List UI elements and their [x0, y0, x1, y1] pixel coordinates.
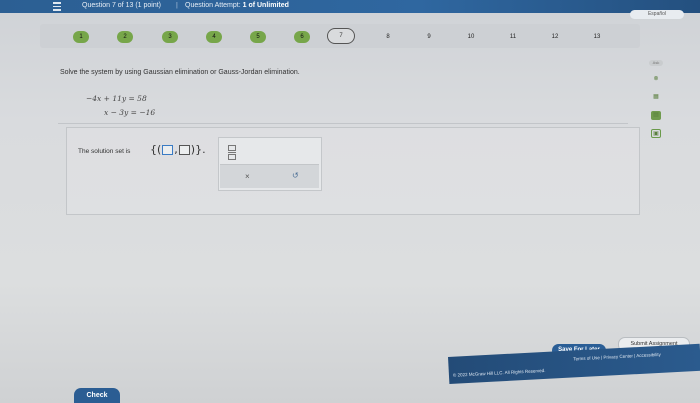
question-nav-item[interactable]: 1: [73, 31, 89, 43]
question-nav-item[interactable]: 11: [505, 31, 521, 43]
menu-icon[interactable]: [52, 0, 62, 11]
question-nav-item[interactable]: 8: [380, 31, 396, 43]
attempt-info: Question Attempt: 1 of Unlimited: [185, 0, 289, 12]
equation-2: x − 3y = −16: [104, 108, 156, 117]
question-nav-item[interactable]: 13: [589, 31, 605, 43]
attempt-value: 1 of Unlimited: [242, 2, 289, 9]
palette-actions: [220, 164, 319, 188]
calculator-icon[interactable]: ▤: [651, 111, 661, 120]
question-nav-item[interactable]: 3: [162, 31, 178, 43]
question-nav-item-current[interactable]: 7: [327, 28, 355, 44]
question-instructions: Solve the system by using Gaussian elimi…: [60, 69, 300, 76]
question-nav-item[interactable]: 9: [421, 31, 437, 43]
top-bar: Question 7 of 13 (1 point) | Question At…: [0, 0, 700, 13]
side-toolbar: Ask ⊗ ▦ ▤ ▣: [646, 60, 666, 147]
comma: ,: [174, 143, 178, 156]
divider: [58, 123, 628, 124]
question-nav-item[interactable]: 2: [117, 31, 133, 43]
language-button[interactable]: Español: [630, 10, 684, 19]
solution-set: {(,)}.: [150, 143, 206, 156]
help-icon[interactable]: ⊗: [651, 75, 661, 84]
clear-button[interactable]: ×: [245, 172, 250, 181]
undo-button[interactable]: ↺: [292, 171, 299, 180]
x-answer-input[interactable]: [162, 145, 174, 155]
copyright: © 2022 McGraw Hill LLC. All Rights Reser…: [452, 367, 546, 378]
footer: Terms of Use | Privacy Center | Accessib…: [448, 343, 700, 384]
fraction-icon[interactable]: [228, 145, 236, 160]
question-info: Question 7 of 13 (1 point): [82, 2, 161, 9]
question-nav-item[interactable]: 6: [294, 31, 310, 43]
question-nav-item[interactable]: 10: [463, 31, 479, 43]
y-answer-input[interactable]: [178, 145, 190, 155]
check-button[interactable]: Check: [74, 388, 120, 403]
ask-tool[interactable]: Ask: [649, 60, 663, 66]
question-nav-item[interactable]: 5: [250, 31, 266, 43]
question-nav-item[interactable]: 12: [547, 31, 563, 43]
set-open: {(: [150, 143, 162, 156]
header-separator: |: [176, 2, 178, 9]
equation-1: −4x + 11y = 58: [86, 94, 147, 103]
question-nav-item[interactable]: 4: [206, 31, 222, 43]
message-icon[interactable]: ▣: [651, 129, 661, 138]
set-close: )}.: [190, 143, 206, 156]
solution-label: The solution set is: [78, 148, 131, 155]
textbook-icon[interactable]: ▦: [651, 93, 661, 102]
footer-links[interactable]: Terms of Use | Privacy Center | Accessib…: [573, 352, 661, 362]
answer-panel: [66, 127, 640, 215]
attempt-label: Question Attempt:: [185, 2, 241, 9]
